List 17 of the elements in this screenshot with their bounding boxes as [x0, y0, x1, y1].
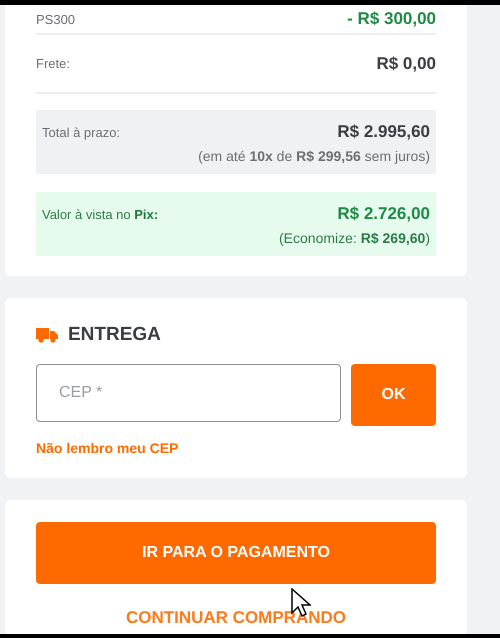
continue-shopping-link[interactable]: CONTINUAR COMPRANDO: [126, 608, 346, 628]
pix-note: (Economize: R$ 269,60): [279, 230, 430, 246]
payment-button[interactable]: IR PARA O PAGAMENTO: [36, 522, 436, 584]
installment-note: (em até 10x de R$ 299,56 sem juros): [198, 148, 430, 164]
summary-label: Frete:: [36, 56, 70, 71]
ok-button[interactable]: OK: [351, 364, 436, 426]
pix-label: Valor à vista no Pix:: [42, 206, 158, 222]
delivery-title: ENTREGA: [68, 324, 161, 346]
truck-icon: [36, 327, 58, 343]
summary-label: PS300: [36, 12, 76, 26]
summary-value: R$ 0,00: [376, 54, 436, 74]
installment-label: Total à prazo:: [42, 124, 120, 140]
installment-total: R$ 2.995,60: [337, 122, 430, 142]
summary-value: - R$ 300,00: [347, 9, 436, 29]
forgot-zip-link[interactable]: Não lembro meu CEP: [36, 440, 178, 456]
pix-total: R$ 2.726,00: [337, 204, 430, 224]
zip-code-field[interactable]: CEP *: [36, 364, 341, 422]
